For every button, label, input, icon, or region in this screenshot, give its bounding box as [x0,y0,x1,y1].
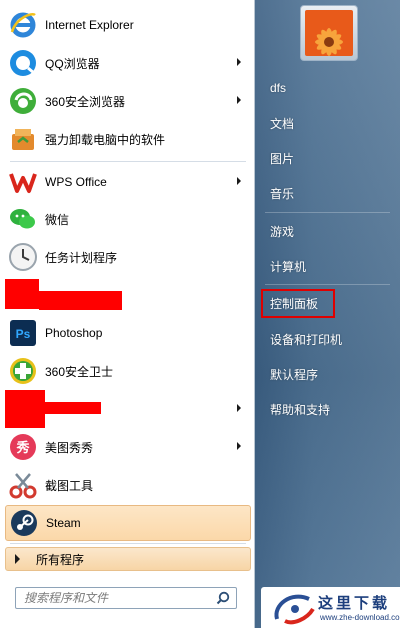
program-photoshop[interactable]: Ps Photoshop [5,315,251,351]
360-browser-icon [7,85,39,117]
program-label: 微信 [45,212,70,227]
user-avatar-frame[interactable] [300,5,358,61]
watermark-logo-icon [274,594,315,625]
program-wechat[interactable]: 微信 [5,201,251,237]
steam-icon [8,507,40,539]
menu-item-games[interactable]: 游戏 [263,218,393,244]
photoshop-icon: Ps [7,317,39,349]
menu-item-pictures[interactable]: 图片 [263,145,393,171]
redaction-block [5,279,39,309]
wps-office-icon [7,166,39,198]
all-programs-button[interactable]: 所有程序 [5,547,251,571]
program-label: 强力卸载电脑中的软件 [45,132,166,147]
program-steam[interactable]: Steam [5,505,251,541]
wechat-icon [7,203,39,235]
redaction-block [39,291,122,310]
program-label: 任务计划程序 [45,250,118,265]
redaction-block [5,390,45,428]
menu-item-computer[interactable]: 计算机 [263,253,393,279]
program-label: 截图工具 [45,478,94,493]
submenu-arrow-icon[interactable] [237,177,241,185]
program-snipping-tool[interactable]: 截图工具 [5,467,251,503]
program-qq-browser[interactable]: QQ浏览器 [5,45,251,81]
program-label: QQ浏览器 [45,56,100,71]
program-label: Steam [46,516,81,530]
program-uninstaller[interactable]: 强力卸载电脑中的软件 [5,121,251,157]
menu-item-help-support[interactable]: 帮助和支持 [263,396,393,422]
menu-item-devices-printers[interactable]: 设备和打印机 [263,326,393,352]
places-separator [265,212,390,213]
menu-item-default-programs[interactable]: 默认程序 [263,361,393,387]
program-internet-explorer[interactable]: Internet Explorer [5,7,251,43]
submenu-arrow-icon[interactable] [237,404,241,412]
program-wps-office[interactable]: WPS Office [5,164,251,200]
all-programs-separator [10,543,246,544]
program-task-scheduler[interactable]: 任务计划程序 [5,239,251,275]
program-label: Internet Explorer [45,18,134,32]
snipping-tool-icon [7,469,39,501]
places-separator [265,284,390,285]
all-programs-label: 所有程序 [36,552,85,567]
search-icon[interactable] [216,591,230,605]
menu-item-user-folder[interactable]: dfs [263,75,393,101]
uninstaller-icon [7,123,39,155]
task-scheduler-icon [7,241,39,273]
360-safeguard-icon [7,355,39,387]
search-box[interactable] [15,587,237,609]
watermark-title: 这里下载 [318,594,391,612]
expand-arrow-icon [15,554,20,564]
program-360-safeguard[interactable]: 360安全卫士 [5,353,251,389]
svg-text:秀: 秀 [15,440,30,456]
program-label: Photoshop [45,326,103,340]
meitu-icon: 秀 [7,431,39,463]
program-label: 360安全浏览器 [45,94,126,109]
qq-browser-icon [7,47,39,79]
avatar [305,10,353,56]
program-label: WPS Office [45,175,107,189]
program-meitu[interactable]: 秀 美图秀秀 [5,429,251,465]
submenu-arrow-icon[interactable] [237,96,241,104]
search-input[interactable] [24,589,214,607]
internet-explorer-icon [7,9,39,41]
menu-item-music[interactable]: 音乐 [263,180,393,206]
control-panel-highlight [261,289,335,318]
redaction-block [45,402,101,414]
menu-item-documents[interactable]: 文档 [263,110,393,136]
submenu-arrow-icon[interactable] [237,442,241,450]
pinned-separator [10,161,246,162]
svg-text:Ps: Ps [16,327,31,341]
submenu-arrow-icon[interactable] [237,58,241,66]
program-label: 360安全卫士 [45,364,114,379]
program-label: 美图秀秀 [45,440,94,455]
watermark-url: www.zhe-download.com [320,613,400,622]
program-360-browser[interactable]: 360安全浏览器 [5,83,251,119]
